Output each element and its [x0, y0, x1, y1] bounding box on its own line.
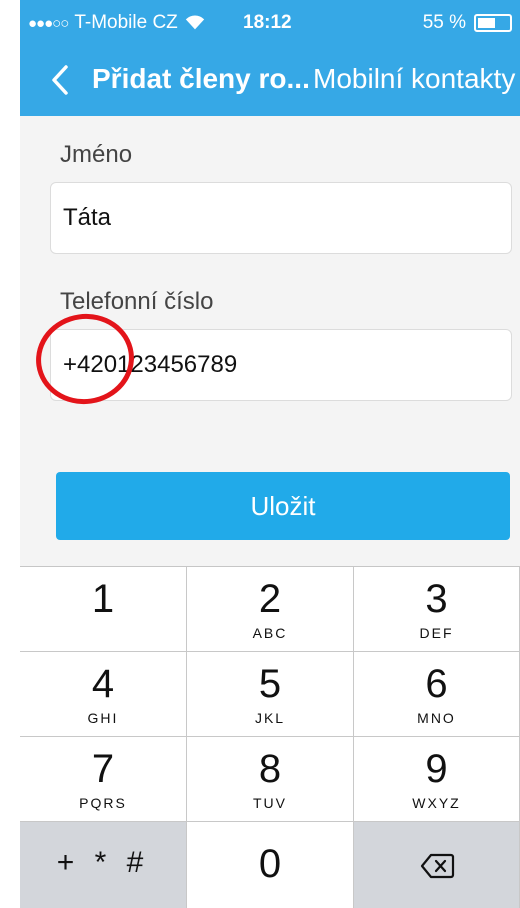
key-digit: 6: [425, 662, 448, 706]
signal-strength-icon: ●●●○○: [28, 14, 69, 32]
key-4[interactable]: 4 GHI: [20, 652, 187, 737]
phone-label: Telefonní číslo: [60, 288, 214, 315]
header: ●●●○○ T-Mobile CZ 18:12 55 % Přidat člen…: [20, 0, 520, 116]
key-letters: MNO: [417, 710, 456, 726]
battery-icon: [474, 14, 512, 32]
app-frame: ●●●○○ T-Mobile CZ 18:12 55 % Přidat člen…: [0, 0, 520, 908]
key-digit: 5: [258, 662, 282, 706]
page-title: Přidat členy ro...: [92, 63, 310, 94]
key-letters: ABC: [252, 625, 288, 641]
numeric-keypad: 1 2 ABC 3 DEF 4 GHI 5 JKL 6 MNO 7 PQRS 8…: [20, 566, 520, 908]
key-letters: TUV: [253, 795, 287, 811]
key-digit: 0: [258, 842, 282, 886]
carrier-name: T-Mobile CZ: [74, 12, 178, 33]
key-1[interactable]: 1: [20, 567, 187, 652]
key-5[interactable]: 5 JKL: [187, 652, 354, 737]
key-letters: DEF: [419, 625, 454, 641]
key-digit: 8: [258, 747, 282, 791]
key-digit: 7: [91, 747, 115, 791]
chevron-left-icon: [52, 65, 68, 95]
keypad-row-4: + * # 0: [20, 822, 520, 908]
status-right: 55 %: [423, 12, 512, 34]
key-2[interactable]: 2 ABC: [187, 567, 354, 652]
key-3[interactable]: 3 DEF: [354, 567, 520, 652]
key-digit: 4: [91, 662, 115, 706]
key-digit: 9: [425, 747, 448, 791]
status-bar: ●●●○○ T-Mobile CZ 18:12 55 %: [20, 0, 520, 44]
key-8[interactable]: 8 TUV: [187, 737, 354, 822]
key-letters: JKL: [254, 710, 286, 726]
keypad-row-1: 1 2 ABC 3 DEF: [20, 567, 520, 652]
name-input[interactable]: Táta: [50, 182, 512, 254]
status-time: 18:12: [243, 12, 292, 33]
navigation-bar: Přidat členy ro... Mobilní kontakty: [20, 44, 520, 116]
key-letters: GHI: [87, 710, 119, 726]
key-symbols-label: + * #: [56, 846, 150, 879]
wifi-icon: [185, 15, 204, 30]
key-digit: 1: [91, 577, 115, 621]
add-member-form: Jméno Táta Telefonní číslo +420123456789…: [20, 116, 520, 566]
key-letters: WXYZ: [412, 795, 461, 811]
save-button[interactable]: Uložit: [56, 472, 510, 540]
phone-input[interactable]: +420123456789: [50, 329, 512, 401]
battery-fill: [478, 18, 495, 28]
phone-screen: ●●●○○ T-Mobile CZ 18:12 55 % Přidat člen…: [20, 0, 520, 908]
key-digit: 2: [258, 577, 282, 621]
keypad-row-2: 4 GHI 5 JKL 6 MNO: [20, 652, 520, 737]
key-7[interactable]: 7 PQRS: [20, 737, 187, 822]
back-button[interactable]: [40, 60, 80, 100]
key-6[interactable]: 6 MNO: [354, 652, 520, 737]
key-9[interactable]: 9 WXYZ: [354, 737, 520, 822]
key-symbols[interactable]: + * #: [20, 822, 187, 908]
keypad-row-3: 7 PQRS 8 TUV 9 WXYZ: [20, 737, 520, 822]
key-digit: 3: [425, 577, 448, 621]
key-delete[interactable]: [354, 822, 520, 908]
name-label: Jméno: [60, 141, 133, 168]
key-letters: PQRS: [79, 795, 127, 811]
mobile-contacts-button[interactable]: Mobilní kontakty: [313, 63, 515, 95]
battery-percent: 55 %: [422, 12, 466, 33]
key-0[interactable]: 0: [187, 822, 354, 908]
backspace-icon: [420, 853, 454, 879]
status-left: ●●●○○ T-Mobile CZ: [28, 12, 206, 34]
